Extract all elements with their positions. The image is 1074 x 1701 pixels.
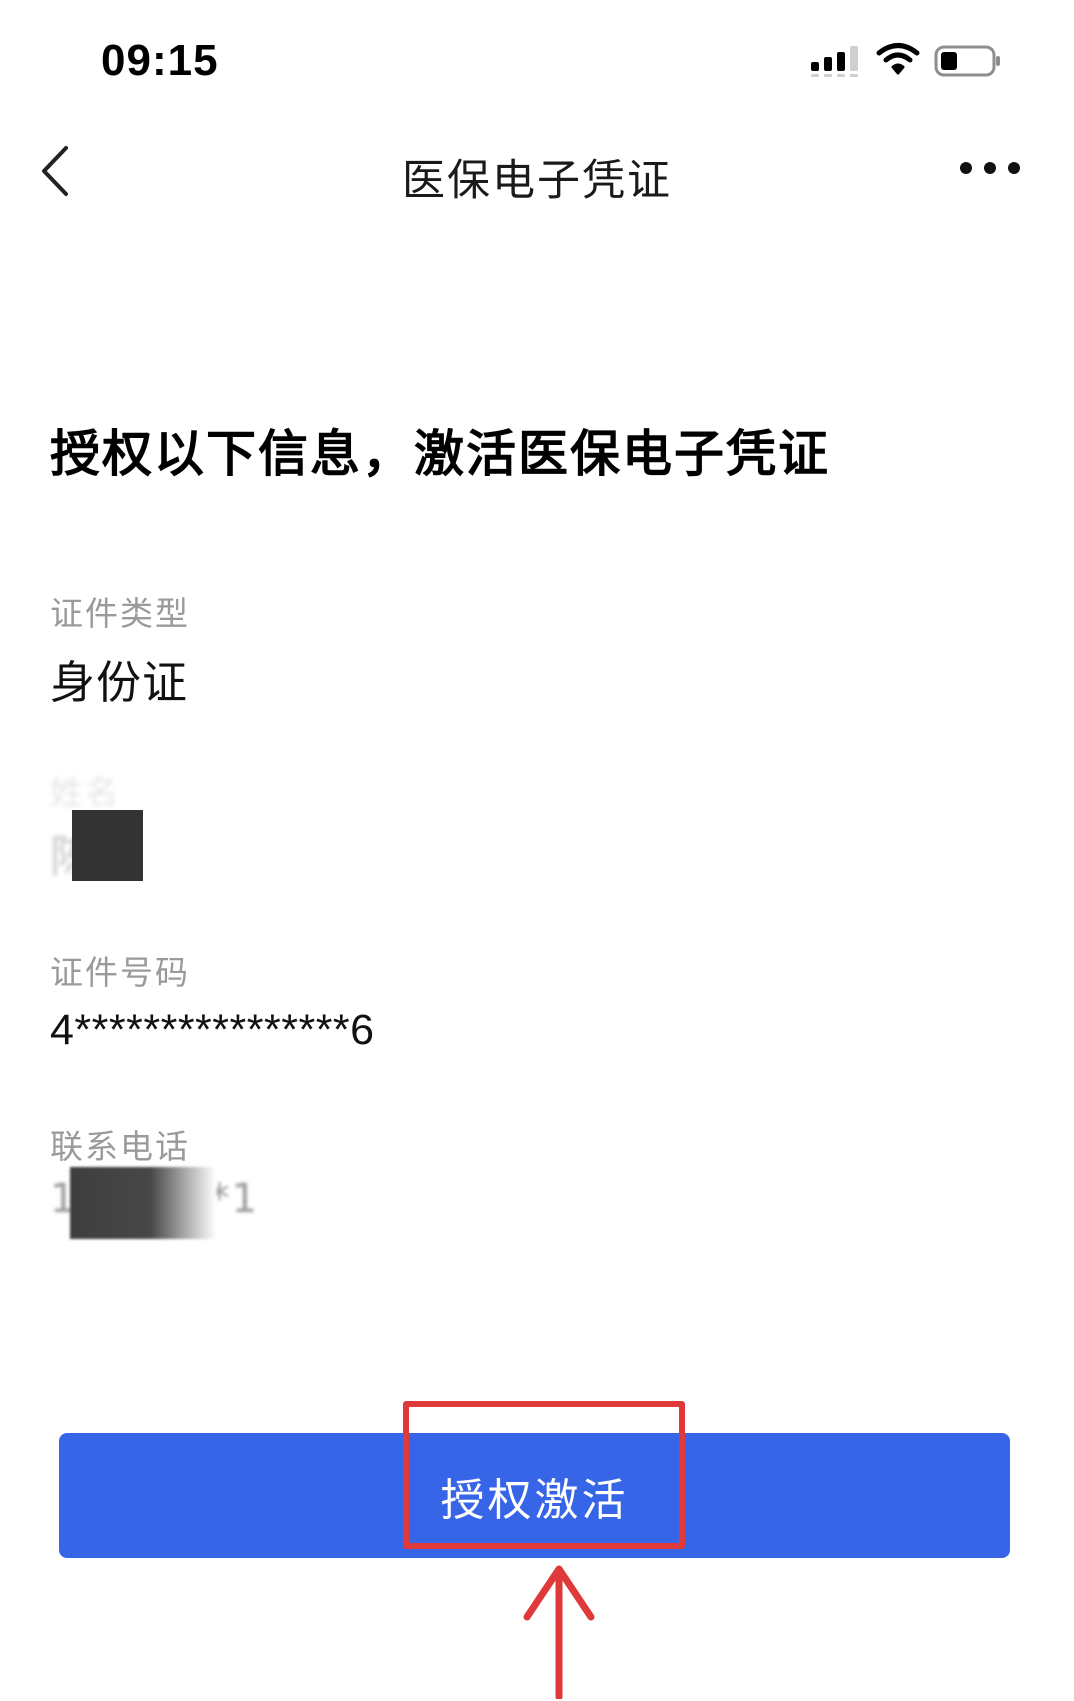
id-number-label: 证件号码 [50,953,190,992]
status-time: 09:15 [101,36,219,85]
authorization-heading: 授权以下信息，激活医保电子凭证 [50,425,830,483]
name-redaction-block [72,810,143,881]
more-horizontal-icon[interactable] [958,156,1022,180]
cellular-signal-icon [811,46,858,77]
name-label: 姓名 [50,773,120,812]
id-number-value: 4****************6 [50,1006,375,1054]
authorize-activate-button[interactable]: 授权激活 [59,1433,1010,1558]
navigation-bar: 医保电子凭证 [0,120,1074,230]
annotation-arrow-icon [523,1565,595,1699]
battery-icon [934,45,1000,77]
id-type-value: 身份证 [50,656,189,709]
wifi-icon [876,43,920,75]
status-bar: 09:15 [0,0,1074,120]
phone-label: 联系电话 [50,1127,190,1166]
id-type-label: 证件类型 [50,594,190,633]
page-title: 医保电子凭证 [402,156,672,206]
phone-redaction-block [70,1167,216,1239]
